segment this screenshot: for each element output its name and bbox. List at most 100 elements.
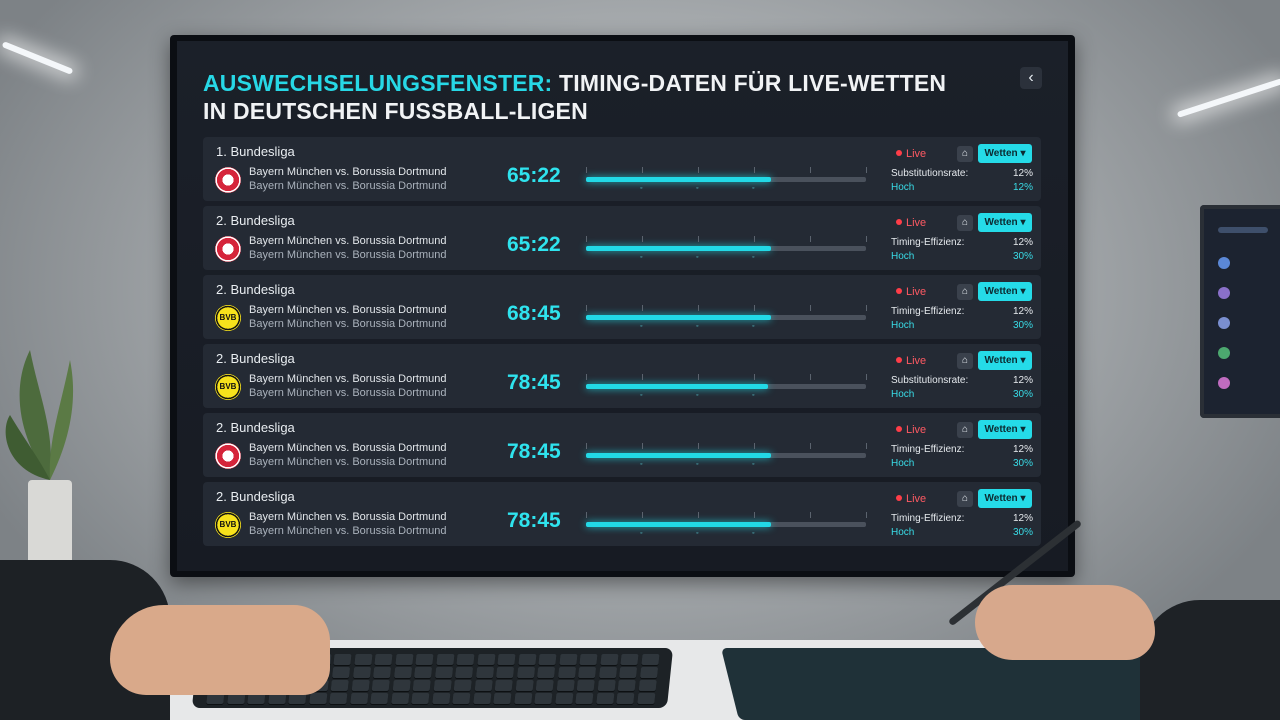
- keyboard-key: [597, 680, 616, 691]
- keyboard-key: [453, 680, 472, 691]
- keyboard-key: [638, 680, 657, 691]
- stat-label: Substitutionsrate:: [891, 375, 969, 386]
- progress-tick: [698, 512, 699, 518]
- keyboard-key: [370, 693, 389, 704]
- live-dot-icon: [896, 495, 902, 501]
- progress-fill: [586, 177, 771, 182]
- progress-tick: [586, 167, 587, 173]
- keyboard-key: [433, 680, 452, 691]
- bet-button[interactable]: Wetten ▾: [978, 489, 1032, 508]
- match-card[interactable]: 2. Bundesliga Bayern München vs. Borussi…: [203, 206, 1041, 270]
- keyboard-key: [496, 667, 515, 678]
- league-name: 2. Bundesliga: [216, 351, 295, 366]
- substitution-window-bar: ◦ ◦ ◦: [586, 374, 867, 400]
- back-button[interactable]: ‹: [1020, 67, 1042, 89]
- keyboard-key: [636, 693, 655, 704]
- progress-tick: [810, 236, 811, 242]
- bet-slip-icon[interactable]: ⌂: [957, 422, 973, 438]
- keyboard-key: [538, 654, 557, 665]
- progress-tick: [642, 374, 643, 380]
- match-subtitle: Bayern München vs. Borussia Dortmund: [249, 180, 447, 192]
- progress-tick-label: ◦: [696, 185, 699, 192]
- progress-tick: [866, 374, 867, 380]
- progress-tick: [866, 443, 867, 449]
- match-subtitle: Bayern München vs. Borussia Dortmund: [249, 456, 447, 468]
- bayern-logo-icon: [215, 167, 241, 193]
- progress-tick-label: ◦: [696, 530, 699, 537]
- live-label: Live: [906, 493, 927, 505]
- stat-value-secondary: 12%: [1012, 182, 1033, 193]
- page-title-accent: AUSWECHSELUNGSFENSTER:: [203, 70, 553, 96]
- progress-fill: [586, 453, 771, 458]
- bet-button[interactable]: Wetten ▾: [978, 420, 1032, 439]
- live-label: Live: [906, 286, 927, 298]
- keyboard-key: [330, 680, 349, 691]
- progress-tick: [866, 167, 867, 173]
- bet-slip-icon[interactable]: ⌂: [957, 284, 973, 300]
- keyboard-key: [333, 654, 352, 665]
- progress-tick-label: ◦: [640, 323, 643, 330]
- bet-slip-icon[interactable]: ⌂: [957, 215, 973, 231]
- keyboard-key: [412, 680, 431, 691]
- substitution-window-bar: ◦ ◦ ◦: [586, 443, 867, 469]
- bet-button[interactable]: Wetten ▾: [978, 282, 1032, 301]
- bet-slip-icon[interactable]: ⌂: [957, 146, 973, 162]
- keyboard-key: [494, 680, 513, 691]
- left-hand: [110, 605, 330, 695]
- match-time: 68:45: [507, 302, 561, 325]
- plant-decoration: [5, 350, 74, 590]
- progress-tick-label: ◦: [752, 530, 755, 537]
- match-card[interactable]: 2. Bundesliga Bayern München vs. Borussi…: [203, 275, 1041, 339]
- progress-tick: [698, 374, 699, 380]
- keyboard-key: [558, 654, 578, 665]
- progress-tick-label: ◦: [640, 392, 643, 399]
- bet-button[interactable]: Wetten ▾: [978, 213, 1032, 232]
- keyboard-key: [352, 667, 371, 678]
- bvb-logo-icon: [215, 374, 241, 400]
- live-badge: Live: [896, 355, 926, 367]
- keyboard-key: [517, 654, 537, 665]
- match-card[interactable]: 2. Bundesliga Bayern München vs. Borussi…: [203, 413, 1041, 477]
- keyboard-key: [452, 693, 471, 704]
- bet-slip-icon[interactable]: ⌂: [957, 491, 973, 507]
- right-arm: [1140, 600, 1280, 720]
- stat-value: 12%: [1012, 237, 1033, 248]
- keyboard-key: [353, 654, 373, 665]
- match-card[interactable]: 1. Bundesliga Bayern München vs. Borussi…: [203, 137, 1041, 201]
- stat-level: Hoch: [891, 251, 915, 262]
- stat-value-secondary: 30%: [1012, 389, 1033, 400]
- keyboard-key: [435, 654, 455, 665]
- live-badge: Live: [896, 424, 926, 436]
- stat-value-secondary: 30%: [1012, 527, 1033, 538]
- stat-level: Hoch: [891, 389, 915, 400]
- progress-tick: [586, 512, 587, 518]
- stat-level: Hoch: [891, 527, 915, 538]
- live-dot-icon: [896, 150, 902, 156]
- match-card[interactable]: 2. Bundesliga Bayern München vs. Borussi…: [203, 482, 1041, 546]
- bet-button[interactable]: Wetten ▾: [978, 144, 1032, 163]
- substitution-window-bar: ◦ ◦ ◦: [586, 236, 867, 262]
- stat-value: 12%: [1012, 444, 1033, 455]
- progress-tick: [642, 443, 643, 449]
- live-badge: Live: [896, 217, 926, 229]
- keyboard-key: [535, 680, 554, 691]
- keyboard-key: [598, 667, 617, 678]
- bet-button[interactable]: Wetten ▾: [978, 351, 1032, 370]
- keyboard-key: [579, 654, 598, 665]
- bet-slip-icon[interactable]: ⌂: [957, 353, 973, 369]
- match-card[interactable]: 2. Bundesliga Bayern München vs. Borussi…: [203, 344, 1041, 408]
- live-dot-icon: [896, 219, 902, 225]
- match-title: Bayern München vs. Borussia Dortmund: [249, 235, 447, 247]
- league-name: 1. Bundesliga: [216, 144, 295, 159]
- keyboard-key: [456, 654, 475, 665]
- keyboard-key: [513, 693, 532, 704]
- progress-tick: [642, 167, 643, 173]
- bvb-logo-icon: [215, 512, 241, 538]
- keyboard-key: [619, 667, 638, 678]
- stat-level: Hoch: [891, 458, 915, 469]
- progress-tick-label: ◦: [640, 530, 643, 537]
- progress-tick: [754, 512, 755, 518]
- league-name: 2. Bundesliga: [216, 489, 295, 504]
- match-subtitle: Bayern München vs. Borussia Dortmund: [249, 318, 447, 330]
- keyboard-key: [617, 680, 636, 691]
